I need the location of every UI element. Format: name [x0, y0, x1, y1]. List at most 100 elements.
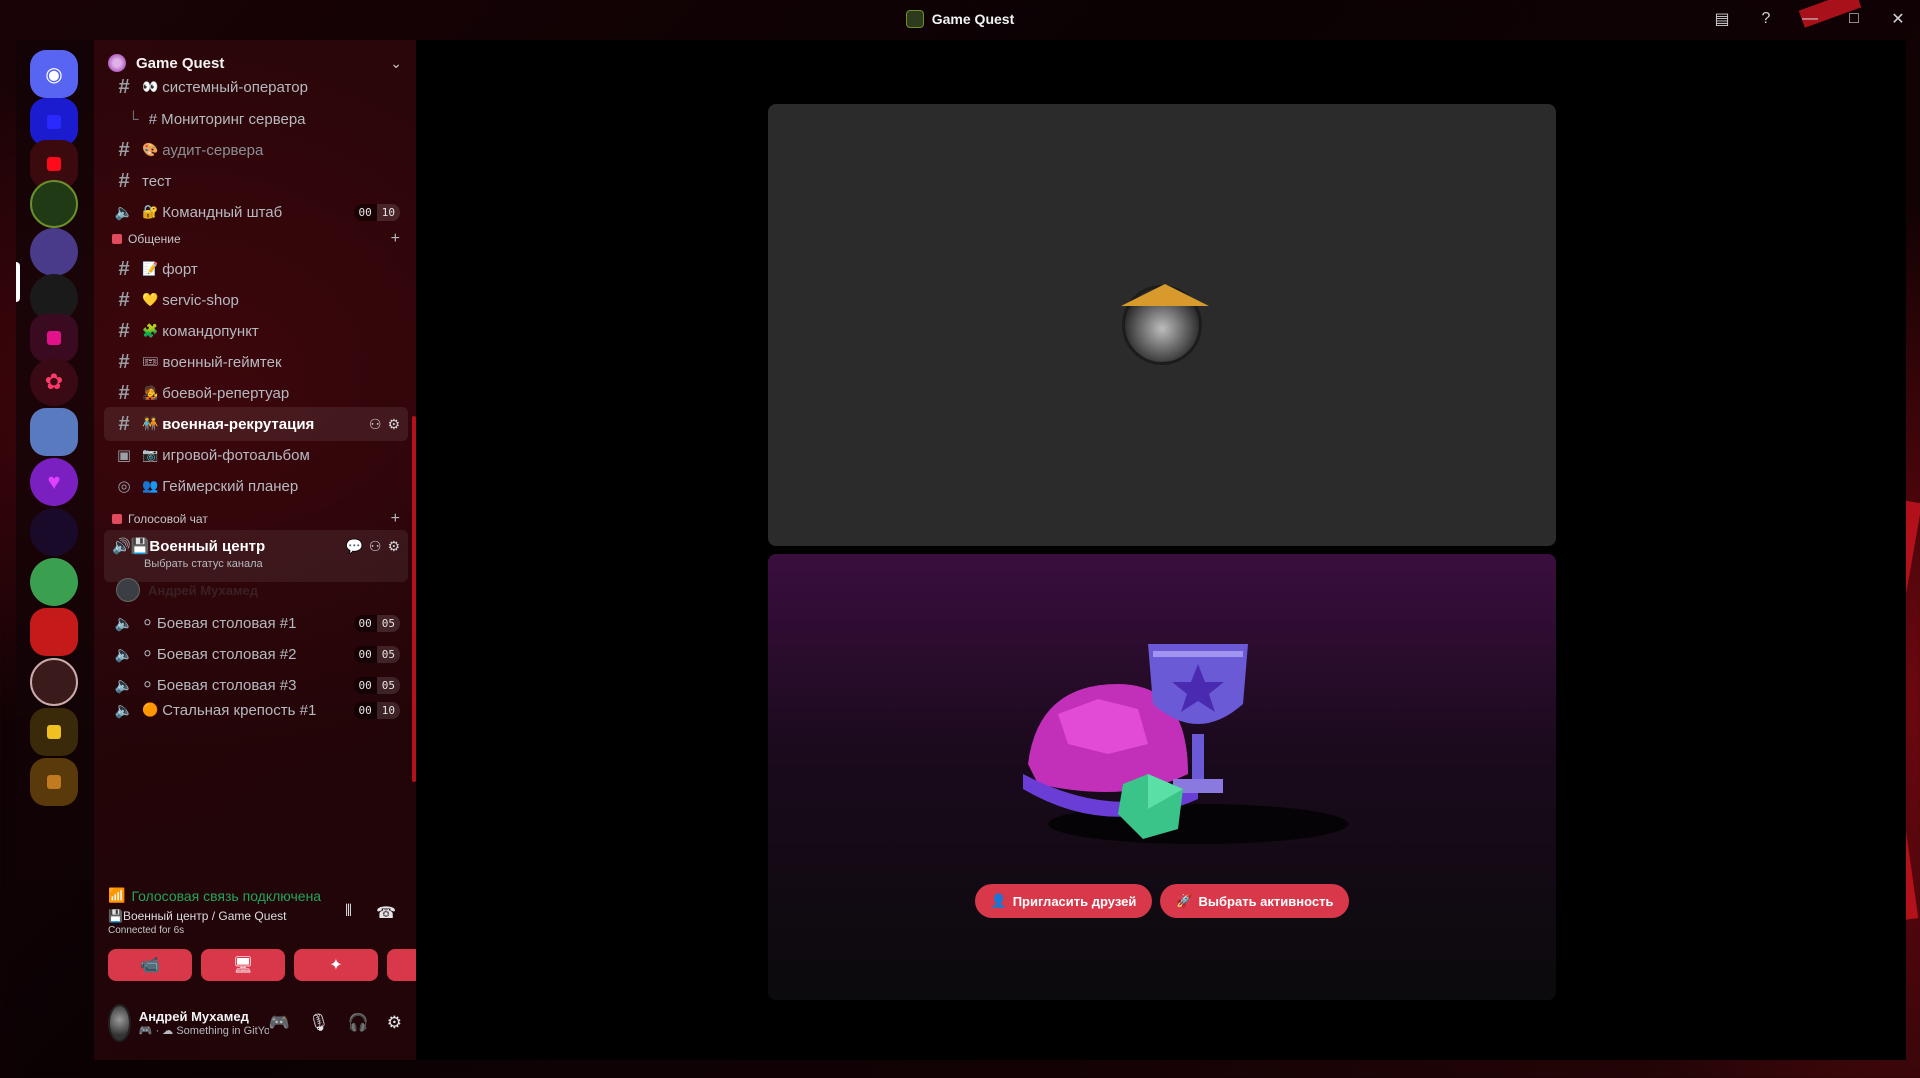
server-icon[interactable]: [30, 98, 78, 146]
thread-item[interactable]: └ # Мониторинг сервера: [104, 102, 408, 136]
channel-label: Командный штаб: [162, 203, 283, 221]
speaker-locked-icon: 🔈: [114, 204, 134, 221]
gamepad-icon[interactable]: 🎮: [269, 1013, 290, 1033]
server-folder[interactable]: [30, 758, 78, 806]
server-icon[interactable]: [30, 228, 78, 276]
voice-status[interactable]: 📶 Голосовая связь подключена: [108, 887, 321, 904]
channel-item[interactable]: # 🧩 командопункт: [104, 314, 408, 348]
category-header[interactable]: Общение +: [104, 228, 408, 250]
channel-item[interactable]: # 📝 форт: [104, 252, 408, 286]
server-icon[interactable]: [30, 558, 78, 606]
invite-icon[interactable]: ⚇: [369, 416, 382, 433]
channel-emoji: 🔐: [142, 204, 159, 219]
close-button[interactable]: ✕: [1876, 0, 1920, 38]
gear-icon[interactable]: ⚙: [387, 1013, 402, 1033]
gear-icon[interactable]: ⚙: [387, 538, 400, 555]
server-icon[interactable]: [30, 658, 78, 706]
channel-emoji: 💾: [130, 538, 150, 555]
channel-emoji: 🧩: [142, 323, 159, 338]
channel-item[interactable]: ◎ 👥 Геймерский планер: [104, 469, 408, 503]
channel-label: боевой-репертуар: [162, 384, 290, 402]
channel-emoji: ⚪: [142, 615, 153, 630]
channel-label: Военный центр: [149, 537, 266, 555]
active-voice-channel[interactable]: 🔊 💾 Военный центр 💬 ⚇ ⚙ Выбрать статус к…: [104, 530, 408, 582]
channel-item[interactable]: ▣ 📷 игровой-фотоальбом: [104, 438, 408, 472]
add-channel-icon[interactable]: +: [391, 230, 400, 248]
invite-friends-button[interactable]: 👤 Пригласить друзей: [974, 884, 1153, 918]
channel-label: Боевая столовая #2: [156, 645, 297, 663]
voice-channel-item[interactable]: 🔈 ⚪ Боевая столовая #1 00 05: [104, 606, 408, 640]
server-icon[interactable]: [30, 314, 78, 362]
hash-icon: #: [118, 75, 130, 98]
invite-icon[interactable]: ⚇: [369, 538, 382, 555]
channel-label: Боевая столовая #3: [156, 676, 297, 694]
server-name: Game Quest: [136, 54, 225, 72]
channel-label: аудит-сервера: [162, 141, 264, 159]
noise-suppression-icon[interactable]: ⦀: [345, 903, 352, 923]
speaker-locked-icon: 🔈: [114, 702, 134, 719]
chat-icon[interactable]: 💬: [345, 538, 362, 555]
inbox-icon[interactable]: ▤: [1700, 0, 1744, 38]
add-channel-icon[interactable]: +: [391, 510, 400, 528]
selected-server-indicator: [16, 262, 20, 302]
help-icon[interactable]: ?: [1744, 0, 1788, 38]
voice-channel-item[interactable]: 🔈 🟠 Стальная крепость #1 00 10: [104, 699, 408, 721]
choose-activity-button[interactable]: 🚀 Выбрать активность: [1160, 884, 1350, 918]
server-icon[interactable]: ✿: [30, 358, 78, 406]
channel-label: форт: [162, 260, 198, 278]
channel-item[interactable]: # 🎟 военный-геймтек: [104, 345, 408, 379]
channel-item[interactable]: # тест: [104, 164, 408, 198]
channel-item[interactable]: # 🎨 аудит-сервера: [104, 133, 408, 167]
hash-icon: #: [118, 138, 130, 161]
avatar-decoration: [1121, 284, 1209, 306]
voice-channel-item[interactable]: 🔈 ⚪ Боевая столовая #3 00 05: [104, 668, 408, 702]
voice-channel-item[interactable]: 🔈 ⚪ Боевая столовая #2 00 05: [104, 637, 408, 671]
channel-item[interactable]: # 🧑‍🎤 боевой-репертуар: [104, 376, 408, 410]
server-rail: ◉ ✿ ♥: [16, 40, 94, 880]
microphone-icon[interactable]: 🎙: [308, 1013, 330, 1033]
server-icon[interactable]: [30, 608, 78, 656]
activity-illustration: [1023, 644, 1348, 844]
server-icon[interactable]: [30, 408, 78, 456]
category-label: Общение: [128, 232, 181, 246]
channel-item-selected[interactable]: # 🧑‍🤝‍🧑 военная-рекрутация ⚇ ⚙: [104, 407, 408, 441]
server-icon[interactable]: [30, 508, 78, 556]
headphones-icon[interactable]: 🎧: [348, 1013, 369, 1033]
channel-emoji: 🧑‍🎤: [142, 385, 159, 400]
server-folder[interactable]: [30, 708, 78, 756]
chevron-down-icon[interactable]: ⌄: [390, 55, 402, 72]
channel-emoji: 🧑‍🤝‍🧑: [142, 416, 159, 431]
channel-label: Стальная крепость #1: [162, 701, 317, 719]
channel-emoji: ⚪: [142, 677, 153, 692]
voice-member[interactable]: Андрей Мухамед: [116, 578, 258, 602]
activity-button[interactable]: ✦: [294, 949, 378, 981]
thread-label: # Мониторинг сервера: [148, 110, 306, 128]
server-icon[interactable]: [30, 180, 78, 228]
avatar[interactable]: [108, 1004, 131, 1042]
speaker-icon: 🔈: [114, 677, 134, 694]
channel-status-hint[interactable]: Выбрать статус канала: [104, 558, 408, 570]
home-button[interactable]: ◉: [30, 50, 78, 98]
channel-item[interactable]: # 👀 системный-оператор: [104, 76, 408, 98]
voice-status-label: Голосовая связь подключена: [131, 887, 322, 904]
voice-channel-item[interactable]: 🔈 🔐 Командный штаб 00 10: [104, 195, 408, 229]
channel-emoji: 🎨: [142, 142, 159, 157]
screen-share-button[interactable]: 🖥: [201, 949, 285, 981]
category-header[interactable]: Голосовой чат +: [104, 508, 408, 530]
choose-activity-label: Выбрать активность: [1198, 893, 1334, 909]
username[interactable]: Андрей Мухамед: [139, 1009, 269, 1024]
minimize-button[interactable]: —: [1788, 0, 1832, 38]
channel-item[interactable]: # 💛 servic-shop: [104, 283, 408, 317]
channel-label: Боевая столовая #1: [156, 614, 297, 632]
server-icon[interactable]: ♥: [30, 458, 78, 506]
discord-icon: ◉: [45, 63, 63, 86]
user-panel: Андрей Мухамед 🎮 · ☁ Something in GitYou…: [94, 995, 416, 1051]
maximize-button[interactable]: □: [1832, 0, 1876, 38]
participant-tile[interactable]: [768, 104, 1556, 546]
camera-button[interactable]: 📹: [108, 949, 192, 981]
voice-channel-link[interactable]: 💾Военный центр / Game Quest: [108, 909, 286, 923]
channel-label: военная-рекрутация: [162, 415, 315, 433]
disconnect-icon[interactable]: ☎: [376, 903, 396, 923]
signal-icon: 📶: [108, 887, 126, 903]
gear-icon[interactable]: ⚙: [387, 416, 400, 433]
